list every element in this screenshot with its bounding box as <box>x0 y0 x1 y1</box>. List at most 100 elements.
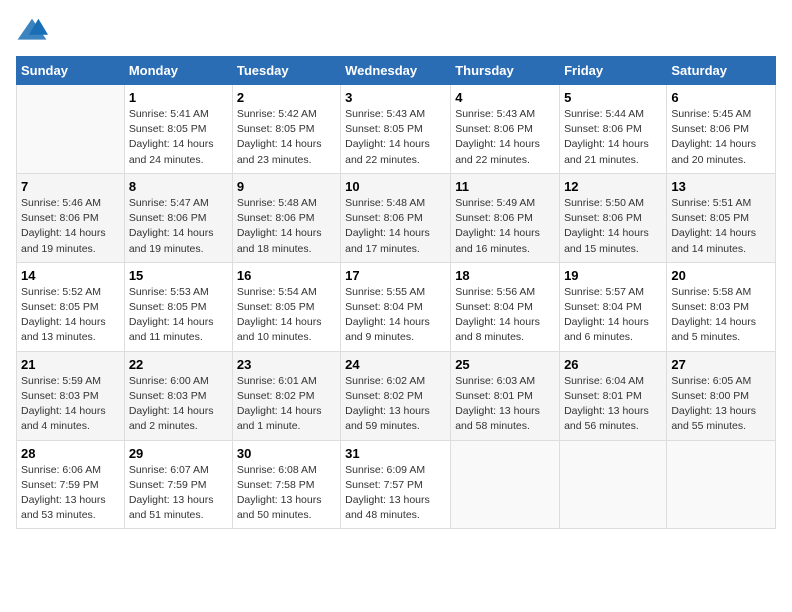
calendar-cell: 29Sunrise: 6:07 AM Sunset: 7:59 PM Dayli… <box>124 440 232 529</box>
calendar-cell: 22 Sunrise: 6:00 AM Sunset: 8:03 PM Dayli… <box>124 351 232 440</box>
calendar-cell: 27 Sunrise: 6:05 AM Sunset: 8:00 PM Dayli… <box>667 351 776 440</box>
calendar-cell <box>667 440 776 529</box>
day-info: Sunrise: 6:04 AM Sunset: 8:01 PM Dayligh… <box>564 374 662 435</box>
day-info: Sunrise: 5:51 AM Sunset: 8:05 PM Dayligh… <box>671 196 771 257</box>
day-number: 4 <box>455 90 555 105</box>
calendar-cell: 2 Sunrise: 5:42 AM Sunset: 8:05 PM Daylig… <box>232 85 340 174</box>
calendar-cell: 16 Sunrise: 5:54 AM Sunset: 8:05 PM Dayli… <box>232 262 340 351</box>
logo <box>16 16 52 44</box>
day-number: 19 <box>564 268 662 283</box>
day-number: 30 <box>237 446 336 461</box>
day-info: Sunrise: 5:48 AM Sunset: 8:06 PM Dayligh… <box>237 196 336 257</box>
calendar-cell: 20Sunrise: 5:58 AM Sunset: 8:03 PM Dayli… <box>667 262 776 351</box>
day-number: 31 <box>345 446 446 461</box>
calendar-cell <box>17 85 125 174</box>
header-wednesday: Wednesday <box>341 57 451 85</box>
day-number: 23 <box>237 357 336 372</box>
day-number: 22 <box>129 357 228 372</box>
day-number: 18 <box>455 268 555 283</box>
day-number: 1 <box>129 90 228 105</box>
calendar-cell: 31 Sunrise: 6:09 AM Sunset: 7:57 PM Dayli… <box>341 440 451 529</box>
calendar-week-row: 1 Sunrise: 5:41 AM Sunset: 8:05 PM Daylig… <box>17 85 776 174</box>
day-number: 9 <box>237 179 336 194</box>
day-number: 14 <box>21 268 120 283</box>
header-thursday: Thursday <box>451 57 560 85</box>
day-info: Sunrise: 5:58 AM Sunset: 8:03 PM Dayligh… <box>671 285 771 346</box>
day-info: Sunrise: 6:07 AM Sunset: 7:59 PM Dayligh… <box>129 463 228 524</box>
calendar-cell: 11 Sunrise: 5:49 AM Sunset: 8:06 PM Dayli… <box>451 173 560 262</box>
day-info: Sunrise: 6:08 AM Sunset: 7:58 PM Dayligh… <box>237 463 336 524</box>
day-info: Sunrise: 5:41 AM Sunset: 8:05 PM Dayligh… <box>129 107 228 168</box>
calendar-cell: 12 Sunrise: 5:50 AM Sunset: 8:06 PM Dayli… <box>560 173 667 262</box>
calendar-cell: 15Sunrise: 5:53 AM Sunset: 8:05 PM Dayli… <box>124 262 232 351</box>
day-number: 3 <box>345 90 446 105</box>
header-monday: Monday <box>124 57 232 85</box>
day-number: 25 <box>455 357 555 372</box>
header-tuesday: Tuesday <box>232 57 340 85</box>
calendar-week-row: 14 Sunrise: 5:52 AM Sunset: 8:05 PM Dayli… <box>17 262 776 351</box>
calendar-cell: 30 Sunrise: 6:08 AM Sunset: 7:58 PM Dayli… <box>232 440 340 529</box>
day-number: 12 <box>564 179 662 194</box>
day-number: 28 <box>21 446 120 461</box>
day-number: 24 <box>345 357 446 372</box>
day-number: 5 <box>564 90 662 105</box>
calendar-cell: 1 Sunrise: 5:41 AM Sunset: 8:05 PM Daylig… <box>124 85 232 174</box>
day-info: Sunrise: 5:43 AM Sunset: 8:05 PM Dayligh… <box>345 107 446 168</box>
calendar-cell: 24 Sunrise: 6:02 AM Sunset: 8:02 PM Dayli… <box>341 351 451 440</box>
header-saturday: Saturday <box>667 57 776 85</box>
day-number: 13 <box>671 179 771 194</box>
day-info: Sunrise: 6:06 AM Sunset: 7:59 PM Dayligh… <box>21 463 120 524</box>
day-info: Sunrise: 6:00 AM Sunset: 8:03 PM Dayligh… <box>129 374 228 435</box>
day-number: 27 <box>671 357 771 372</box>
day-info: Sunrise: 6:03 AM Sunset: 8:01 PM Dayligh… <box>455 374 555 435</box>
day-info: Sunrise: 6:05 AM Sunset: 8:00 PM Dayligh… <box>671 374 771 435</box>
calendar-cell: 4 Sunrise: 5:43 AM Sunset: 8:06 PM Daylig… <box>451 85 560 174</box>
day-info: Sunrise: 5:46 AM Sunset: 8:06 PM Dayligh… <box>21 196 120 257</box>
day-number: 16 <box>237 268 336 283</box>
calendar-cell: 26 Sunrise: 6:04 AM Sunset: 8:01 PM Dayli… <box>560 351 667 440</box>
calendar-cell: 23Sunrise: 6:01 AM Sunset: 8:02 PM Dayli… <box>232 351 340 440</box>
day-info: Sunrise: 5:42 AM Sunset: 8:05 PM Dayligh… <box>237 107 336 168</box>
day-info: Sunrise: 5:55 AM Sunset: 8:04 PM Dayligh… <box>345 285 446 346</box>
day-info: Sunrise: 6:09 AM Sunset: 7:57 PM Dayligh… <box>345 463 446 524</box>
day-info: Sunrise: 5:48 AM Sunset: 8:06 PM Dayligh… <box>345 196 446 257</box>
day-info: Sunrise: 5:49 AM Sunset: 8:06 PM Dayligh… <box>455 196 555 257</box>
calendar-cell: 13 Sunrise: 5:51 AM Sunset: 8:05 PM Dayli… <box>667 173 776 262</box>
day-number: 17 <box>345 268 446 283</box>
day-info: Sunrise: 5:44 AM Sunset: 8:06 PM Dayligh… <box>564 107 662 168</box>
day-number: 26 <box>564 357 662 372</box>
day-number: 6 <box>671 90 771 105</box>
day-info: Sunrise: 5:56 AM Sunset: 8:04 PM Dayligh… <box>455 285 555 346</box>
day-number: 2 <box>237 90 336 105</box>
day-info: Sunrise: 5:50 AM Sunset: 8:06 PM Dayligh… <box>564 196 662 257</box>
page-header <box>16 16 776 44</box>
day-info: Sunrise: 5:52 AM Sunset: 8:05 PM Dayligh… <box>21 285 120 346</box>
day-info: Sunrise: 5:43 AM Sunset: 8:06 PM Dayligh… <box>455 107 555 168</box>
day-info: Sunrise: 6:02 AM Sunset: 8:02 PM Dayligh… <box>345 374 446 435</box>
day-number: 21 <box>21 357 120 372</box>
calendar-cell: 21 Sunrise: 5:59 AM Sunset: 8:03 PM Dayli… <box>17 351 125 440</box>
calendar-cell: 5 Sunrise: 5:44 AM Sunset: 8:06 PM Daylig… <box>560 85 667 174</box>
day-info: Sunrise: 5:47 AM Sunset: 8:06 PM Dayligh… <box>129 196 228 257</box>
day-number: 7 <box>21 179 120 194</box>
calendar-cell: 8 Sunrise: 5:47 AM Sunset: 8:06 PM Daylig… <box>124 173 232 262</box>
calendar-week-row: 21 Sunrise: 5:59 AM Sunset: 8:03 PM Dayli… <box>17 351 776 440</box>
logo-icon <box>16 16 48 44</box>
calendar-cell: 3 Sunrise: 5:43 AM Sunset: 8:05 PM Daylig… <box>341 85 451 174</box>
calendar-cell: 7 Sunrise: 5:46 AM Sunset: 8:06 PM Daylig… <box>17 173 125 262</box>
day-number: 10 <box>345 179 446 194</box>
calendar-cell: 14 Sunrise: 5:52 AM Sunset: 8:05 PM Dayli… <box>17 262 125 351</box>
calendar-cell: 9 Sunrise: 5:48 AM Sunset: 8:06 PM Daylig… <box>232 173 340 262</box>
day-info: Sunrise: 5:45 AM Sunset: 8:06 PM Dayligh… <box>671 107 771 168</box>
calendar-week-row: 7 Sunrise: 5:46 AM Sunset: 8:06 PM Daylig… <box>17 173 776 262</box>
calendar-cell: 19Sunrise: 5:57 AM Sunset: 8:04 PM Dayli… <box>560 262 667 351</box>
calendar-header-row: SundayMondayTuesdayWednesdayThursdayFrid… <box>17 57 776 85</box>
calendar-cell <box>560 440 667 529</box>
day-info: Sunrise: 5:59 AM Sunset: 8:03 PM Dayligh… <box>21 374 120 435</box>
calendar-table: SundayMondayTuesdayWednesdayThursdayFrid… <box>16 56 776 529</box>
day-number: 11 <box>455 179 555 194</box>
calendar-cell: 25 Sunrise: 6:03 AM Sunset: 8:01 PM Dayli… <box>451 351 560 440</box>
day-number: 8 <box>129 179 228 194</box>
day-info: Sunrise: 5:54 AM Sunset: 8:05 PM Dayligh… <box>237 285 336 346</box>
calendar-cell: 28 Sunrise: 6:06 AM Sunset: 7:59 PM Dayli… <box>17 440 125 529</box>
